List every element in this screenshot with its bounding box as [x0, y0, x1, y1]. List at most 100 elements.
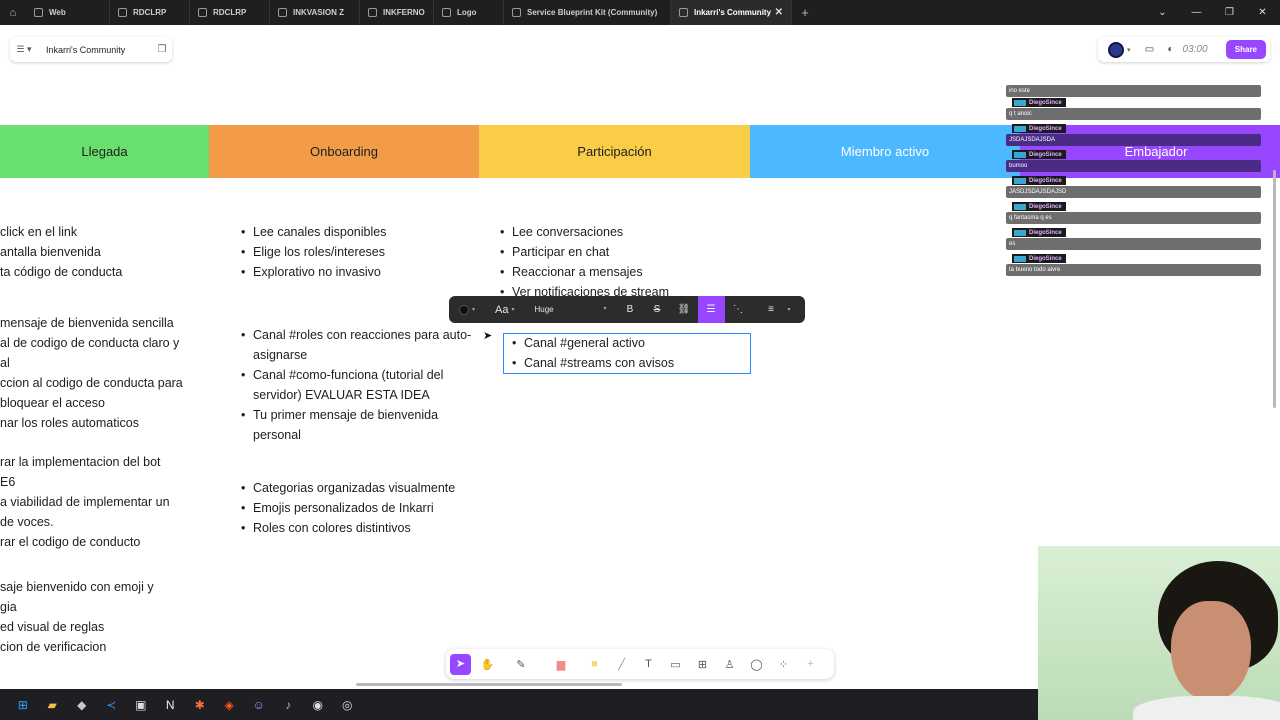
connector-tool-icon[interactable]: ╱ — [608, 658, 635, 671]
fill-color-swatch[interactable] — [459, 304, 469, 315]
vscode-icon[interactable]: ≺ — [97, 689, 127, 720]
browser-tab-active[interactable]: Inkarri's Community ✕ — [671, 0, 792, 25]
figma-file-icon — [278, 8, 287, 17]
tab-list-icon[interactable]: ⌄ — [1146, 0, 1179, 25]
font-size-select[interactable]: Huge ▾ — [535, 305, 607, 314]
brave-browser-icon[interactable]: ◈ — [215, 689, 245, 720]
new-tab-button[interactable]: + — [792, 5, 818, 20]
browser-tab[interactable]: Logo — [434, 0, 504, 25]
figma-file-icon — [368, 8, 377, 17]
onboarding-group-1[interactable]: Lee canales disponibles Elige los roles/… — [239, 222, 479, 282]
figma-app-icon[interactable]: ◆ — [67, 689, 97, 720]
horizontal-scrollbar[interactable] — [356, 683, 622, 686]
browser-tab[interactable]: RDCLRP — [110, 0, 190, 25]
list-item: saje bienvenido con emoji y — [0, 580, 154, 594]
plus-icon[interactable]: + — [797, 658, 824, 670]
llegada-group-4[interactable]: saje bienvenido con emoji y gia ed visua… — [0, 577, 209, 657]
figma-file-icon — [34, 8, 43, 17]
browser-tab[interactable]: Web — [26, 0, 110, 25]
section-tool-icon[interactable]: ▭ — [662, 658, 689, 671]
llegada-group-3[interactable]: rar la implementacion del bot E6 a viabi… — [0, 452, 209, 552]
list-item: Emojis personalizados de Inkarri — [239, 498, 479, 518]
file-name[interactable]: Inkarri's Community — [38, 45, 152, 55]
highlighter-tool-icon[interactable]: ▆ — [541, 658, 581, 671]
comment-tool-icon[interactable]: ◯ — [743, 658, 770, 671]
notion-icon[interactable]: N — [156, 689, 186, 720]
close-window-icon[interactable]: ✕ — [1246, 0, 1279, 25]
pages-icon[interactable]: ❐ — [152, 44, 172, 55]
chevron-down-icon[interactable]: ▾ — [472, 306, 475, 313]
vertical-scrollbar[interactable] — [1273, 170, 1276, 408]
present-icon[interactable]: ▭ — [1139, 44, 1161, 55]
share-button[interactable]: Share — [1225, 40, 1266, 59]
onboarding-group-3[interactable]: Categorias organizadas visualmente Emoji… — [239, 478, 479, 538]
chat-message: ino este — [1006, 85, 1261, 98]
marker-tool-icon[interactable]: ✎ — [501, 658, 541, 671]
stage-miembro-activo[interactable]: Miembro activo — [750, 125, 1020, 178]
widgets-icon[interactable]: ⁘ — [770, 658, 797, 671]
avatar[interactable] — [1108, 41, 1124, 58]
browser-tab[interactable]: Service Blueprint Kit (Community) — [504, 0, 671, 25]
chat-message: DiegoSince bumoo — [1006, 150, 1261, 176]
llegada-group-1[interactable]: click en el link antalla bienvenida ta c… — [0, 222, 209, 282]
chat-username: DiegoSince — [1029, 203, 1062, 210]
close-tab-icon[interactable]: ✕ — [775, 7, 783, 18]
move-tool-icon[interactable]: ➤ — [450, 653, 471, 675]
participacion-group-1[interactable]: Lee conversaciones Participar en chat Re… — [498, 222, 750, 302]
table-tool-icon[interactable]: ⊞ — [689, 658, 716, 671]
browser-tab[interactable]: RDCLRP — [190, 0, 270, 25]
list-item: Roles con colores distintivos — [239, 518, 479, 538]
figma-file-icon — [118, 8, 127, 17]
strikethrough-button[interactable]: S — [644, 304, 671, 315]
app-icon[interactable]: ♪ — [274, 689, 304, 720]
stage-onboarding[interactable]: Onboarding — [209, 125, 479, 178]
badge-icon — [1014, 229, 1026, 236]
list-item: Tu primer mensaje de bienvenida personal — [239, 405, 479, 445]
browser-tab[interactable]: INKFERNO — [360, 0, 434, 25]
maximize-icon[interactable]: ❐ — [1213, 0, 1246, 25]
hand-tool-icon[interactable]: ✋ — [474, 658, 501, 671]
browser-tab[interactable]: INKVASION Z — [270, 0, 360, 25]
list-item: rar el codigo de conducto — [0, 535, 141, 549]
home-icon[interactable]: ⌂ — [0, 0, 26, 25]
tab-label: RDCLRP — [213, 8, 247, 17]
onboarding-group-2[interactable]: Canal #roles con reacciones para auto-as… — [239, 325, 479, 445]
llegada-group-2[interactable]: mensaje de bienvenida sencilla al de cod… — [0, 313, 209, 433]
bulleted-list-icon[interactable]: ☰ — [697, 296, 725, 323]
tab-label: INKVASION Z — [293, 8, 344, 17]
minimize-icon[interactable]: — — [1180, 0, 1213, 25]
bold-button[interactable]: B — [617, 304, 644, 315]
timer-icon[interactable]: ◐ — [1165, 44, 1177, 55]
file-explorer-icon[interactable]: ▰ — [38, 689, 68, 720]
share-node-icon[interactable]: ⋱ — [725, 304, 752, 315]
chat-username: DiegoSince — [1029, 229, 1062, 236]
list-item: ed visual de reglas — [0, 620, 105, 634]
chat-text: q fantasma q es — [1006, 212, 1261, 224]
list-item: antalla bienvenida — [0, 245, 101, 259]
align-left-icon[interactable]: ≡ — [758, 304, 785, 315]
chevron-down-icon[interactable]: ▾ — [511, 306, 514, 313]
stamp-tool-icon[interactable]: ♙ — [716, 658, 743, 671]
windows-start-icon[interactable]: ⊞ — [8, 689, 38, 720]
chat-message: DiegoSince JASDJSDAJSDAJSD — [1006, 176, 1261, 202]
obs-icon[interactable]: ◎ — [333, 689, 363, 720]
text-selection-box[interactable] — [503, 333, 751, 374]
chat-text: JASDJSDAJSDAJSD — [1006, 186, 1261, 198]
discord-icon[interactable]: ☺ — [244, 689, 274, 720]
text-tool-icon[interactable]: T — [635, 658, 662, 670]
menu-icon[interactable]: ☰ ▾ — [10, 44, 38, 55]
app-icon[interactable]: ✱ — [185, 689, 215, 720]
link-icon[interactable]: ⛓ — [671, 304, 698, 315]
stage-llegada[interactable]: Llegada — [0, 125, 209, 178]
font-button[interactable]: Aa — [495, 304, 508, 316]
stage-label: Llegada — [81, 144, 128, 159]
sticky-note-icon[interactable]: ■ — [581, 658, 608, 670]
tab-label: Web — [49, 8, 66, 17]
stage-participacion[interactable]: Participación — [479, 125, 750, 178]
app-icon[interactable]: ◉ — [303, 689, 333, 720]
timer-value[interactable]: 03:00 — [1183, 44, 1208, 55]
text-format-toolbar: ▾ Aa ▾ Huge ▾ B S ⛓ ☰ ⋱ ≡ ▾ — [449, 296, 805, 323]
calendar-app-icon[interactable]: ▣ — [126, 689, 156, 720]
chevron-down-icon[interactable]: ▾ — [1127, 46, 1131, 54]
chevron-down-icon[interactable]: ▾ — [788, 306, 791, 313]
